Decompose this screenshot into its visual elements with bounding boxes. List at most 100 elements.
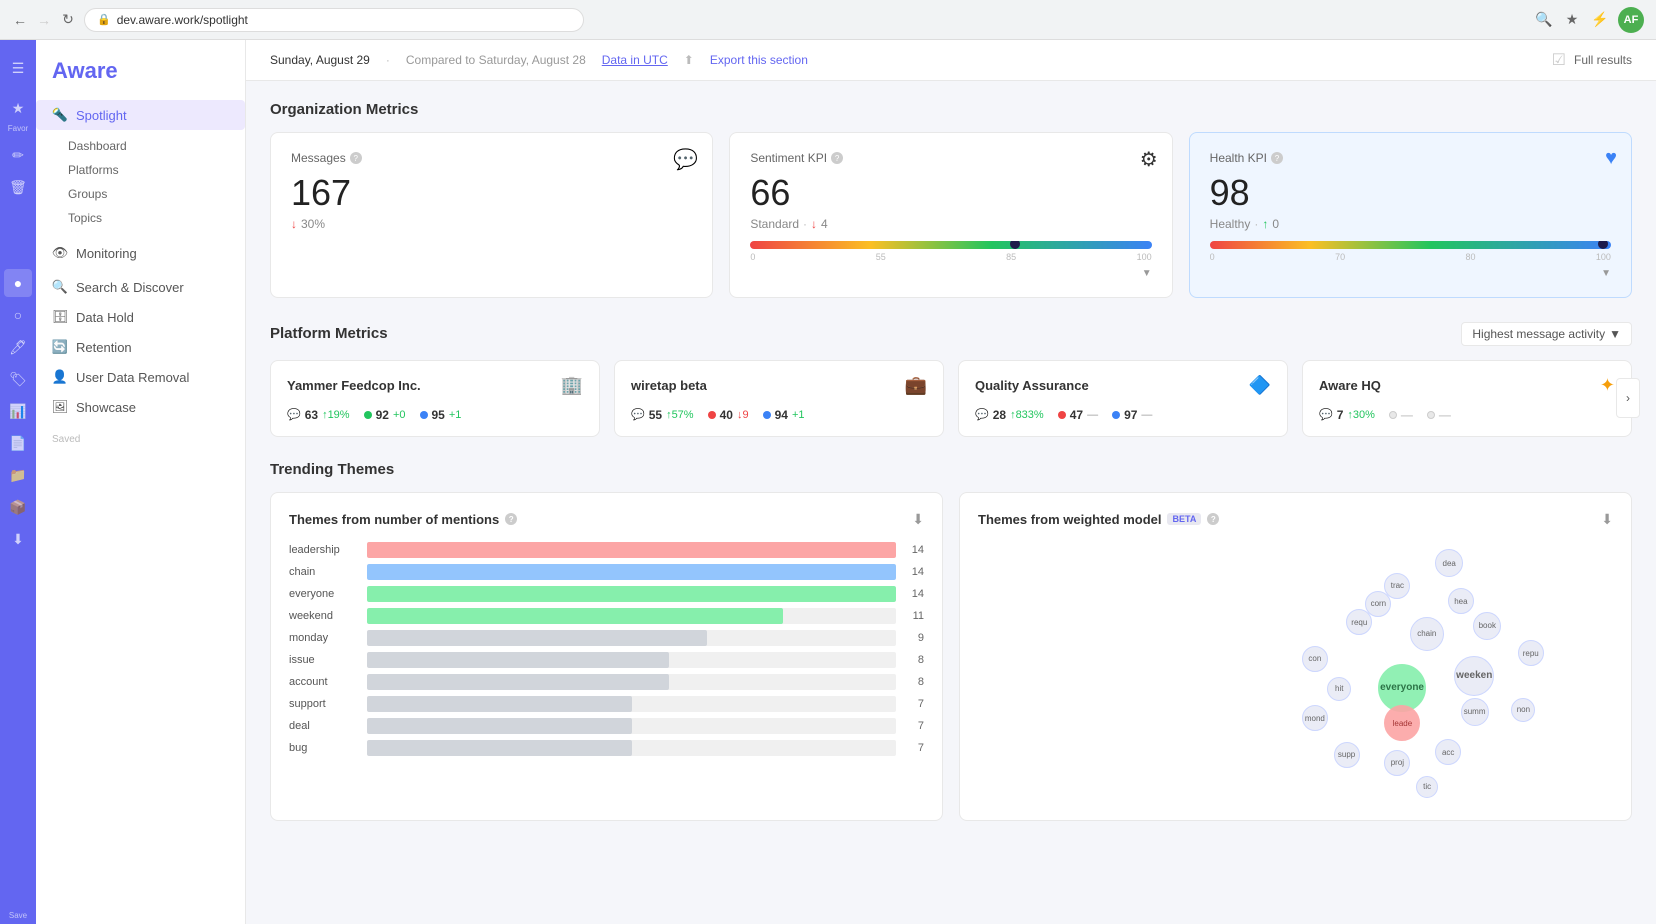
url-text: dev.aware.work/spotlight [117, 13, 248, 27]
wiretap-stats: 💬 55 ↑57% 40 ↓9 94 [631, 408, 927, 422]
rail-menu-icon[interactable]: ☰ [4, 54, 32, 82]
bar-row-monday: monday 9 [289, 630, 924, 646]
bar-track [367, 652, 896, 668]
platform-scroll-right[interactable]: › [1616, 378, 1640, 418]
sort-chevron: ▼ [1609, 327, 1621, 341]
rail-fav-label: Favor [8, 124, 28, 133]
weighted-card-header: Themes from weighted model BETA ? ⬇ [978, 511, 1613, 528]
sidebar-subitem-dashboard[interactable]: Dashboard [52, 134, 245, 158]
bar-track [367, 696, 896, 712]
aware-hq-msg-icon: 💬 [1319, 408, 1333, 421]
qa-icon: 🔷 [1249, 375, 1271, 396]
mentions-info-icon[interactable]: ? [505, 513, 517, 525]
bubble-proj: proj [1384, 750, 1410, 776]
health-card: Health KPI ? ♥ 98 Healthy · ↑ 0 [1189, 132, 1632, 298]
health-info-icon[interactable]: ? [1271, 152, 1283, 164]
sidebar-subitem-groups[interactable]: Groups [52, 182, 245, 206]
bubble-summ: summ [1461, 698, 1489, 726]
wiretap-msg-stat: 💬 55 ↑57% [631, 408, 694, 422]
rail-pen-icon[interactable]: 🖊 [4, 333, 32, 361]
forward-button[interactable]: → [36, 12, 52, 28]
sentiment-settings-icon[interactable]: ⚙ [1140, 147, 1158, 172]
sidebar-item-retention[interactable]: 🔄 Retention [36, 332, 245, 362]
rail-fav-icon[interactable]: ★ [4, 94, 32, 122]
bar-count: 14 [904, 588, 924, 600]
wiretap-icon: 💼 [905, 375, 927, 396]
bar-count: 11 [904, 610, 924, 622]
back-button[interactable]: ← [12, 12, 28, 28]
health-change: 0 [1272, 217, 1279, 231]
sidebar-subitem-topics[interactable]: Topics [52, 206, 245, 230]
spotlight-icon: 🔦 [52, 107, 68, 123]
rail-circle-icon[interactable]: ○ [4, 301, 32, 329]
url-bar[interactable]: 🔒 dev.aware.work/spotlight [84, 8, 584, 32]
rail-edit-icon[interactable]: ✏ [4, 141, 32, 169]
bubble-mond: mond [1302, 705, 1328, 731]
user-avatar-browser[interactable]: AF [1618, 7, 1644, 33]
health-arrow: ↑ [1262, 217, 1268, 231]
bar-track [367, 630, 896, 646]
health-card-icon: ♥ [1605, 147, 1617, 170]
star-icon[interactable]: ★ [1562, 10, 1582, 30]
bar-count: 7 [904, 720, 924, 732]
bubble-leade: leade [1384, 705, 1420, 741]
sentiment-card: Sentiment KPI ? ⚙ 66 Standard · ↓ 4 [729, 132, 1172, 298]
bar-label: monday [289, 632, 359, 644]
rail-trash-icon[interactable]: 🗑 [4, 173, 32, 201]
mentions-download-icon[interactable]: ⬇ [912, 511, 924, 528]
yammer-health-stat: 95 +1 [420, 408, 462, 422]
rail-save-label: Save [9, 911, 27, 920]
bar-track [367, 564, 896, 580]
sentiment-change: 4 [821, 217, 828, 231]
sidebar-subitem-platforms[interactable]: Platforms [52, 158, 245, 182]
aware-hq-icon: ✦ [1600, 375, 1615, 396]
yammer-icon: 🏢 [561, 375, 583, 396]
export-separator: ⬆ [684, 53, 694, 67]
aware-hq-sentiment-dot [1389, 411, 1397, 419]
bar-fill [367, 564, 896, 580]
refresh-button[interactable]: ↻ [60, 12, 76, 28]
bar-fill [367, 630, 707, 646]
data-hold-icon: 🗄 [52, 309, 68, 325]
data-utc-link[interactable]: Data in UTC [602, 53, 668, 67]
rail-tag-icon[interactable]: 🏷 [4, 365, 32, 393]
aware-hq-health-dot [1427, 411, 1435, 419]
rail-doc-icon[interactable]: 📄 [4, 429, 32, 457]
health-chevron[interactable]: ▼ [1601, 268, 1611, 279]
weighted-info-icon[interactable]: ? [1207, 513, 1219, 525]
qa-health-dot [1112, 411, 1120, 419]
extensions-icon[interactable]: ⚡ [1590, 10, 1610, 30]
sidebar-item-data-hold[interactable]: 🗄 Data Hold [36, 302, 245, 332]
app-wrapper: ☰ ★ Favor ✏ 🗑 ● ○ 🖊 🏷 📊 📄 📁 📦 ⬇ Save Awa… [0, 40, 1656, 924]
rail-download-icon[interactable]: ⬇ [4, 525, 32, 553]
rail-folder-icon[interactable]: 📁 [4, 461, 32, 489]
yammer-sentiment-dot [364, 411, 372, 419]
wiretap-sentiment-dot [708, 411, 716, 419]
sidebar-item-spotlight[interactable]: 🔦 Spotlight [36, 100, 245, 130]
weighted-download-icon[interactable]: ⬇ [1601, 511, 1613, 528]
health-card-title: Health KPI ? [1210, 151, 1611, 165]
platform-card-qa: Quality Assurance 🔷 💬 28 ↑833% 4 [958, 360, 1288, 437]
sidebar-item-monitoring[interactable]: 👁 Monitoring [36, 238, 245, 268]
export-button[interactable]: Export this section [710, 53, 808, 67]
rail-active-icon[interactable]: ● [4, 269, 32, 297]
platform-card-wiretap: wiretap beta 💼 💬 55 ↑57% 40 [614, 360, 944, 437]
bar-label: issue [289, 654, 359, 666]
search-browser-icon[interactable]: 🔍 [1534, 10, 1554, 30]
sidebar-item-user-data-removal[interactable]: 👤 User Data Removal [36, 362, 245, 392]
sidebar-item-showcase[interactable]: 🖼 Showcase [36, 392, 245, 422]
bar-row-deal: deal 7 [289, 718, 924, 734]
platform-card-header-aware-hq: Aware HQ ✦ [1319, 375, 1615, 396]
messages-info-icon[interactable]: ? [350, 152, 362, 164]
sidebar-item-search-discover[interactable]: 🔍 Search & Discover [36, 272, 245, 302]
sort-dropdown[interactable]: Highest message activity ▼ [1461, 322, 1632, 346]
sentiment-chevron[interactable]: ▼ [1142, 268, 1152, 279]
sentiment-info-icon[interactable]: ? [831, 152, 843, 164]
monitoring-icon: 👁 [52, 245, 68, 261]
weighted-card: Themes from weighted model BETA ? ⬇ deat… [959, 492, 1632, 821]
full-results-button[interactable]: Full results [1574, 53, 1632, 67]
search-discover-icon: 🔍 [52, 279, 68, 295]
platform-name-aware-hq: Aware HQ [1319, 378, 1381, 393]
rail-box-icon[interactable]: 📦 [4, 493, 32, 521]
rail-chart-icon[interactable]: 📊 [4, 397, 32, 425]
